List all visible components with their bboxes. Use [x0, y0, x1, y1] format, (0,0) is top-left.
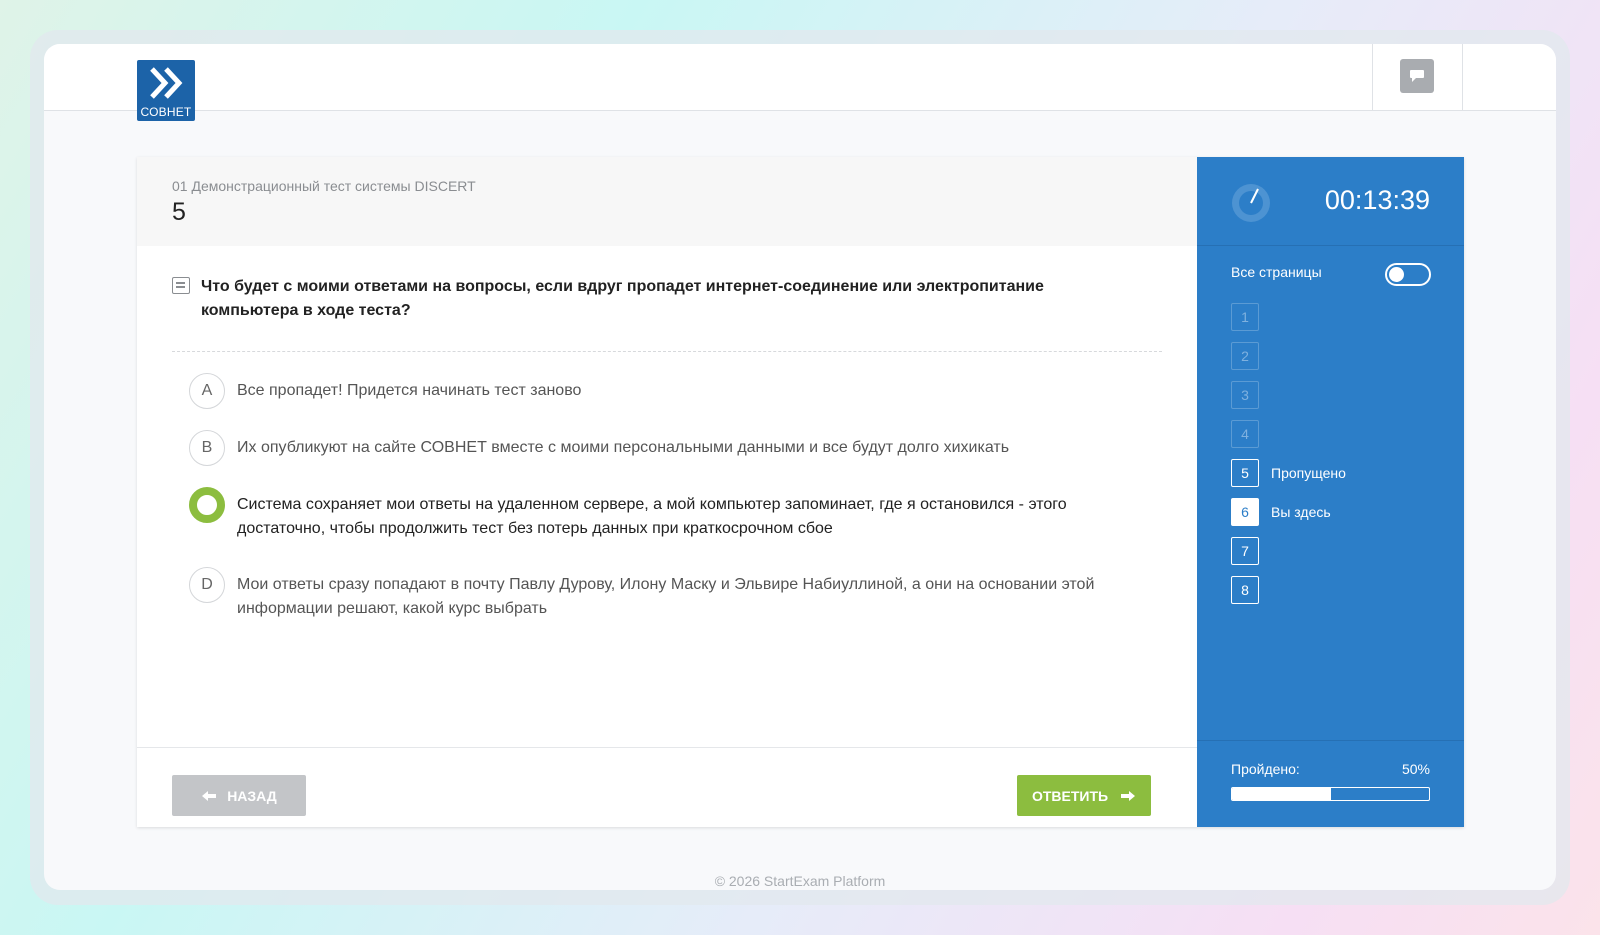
progress-fill — [1232, 788, 1331, 800]
chat-bubble-icon — [1410, 70, 1424, 82]
progress-area: Пройдено: 50% — [1197, 740, 1464, 827]
option-radio[interactable]: A — [189, 373, 225, 409]
test-card: 01 Демонстрационный тест системы DISCERT… — [137, 157, 1464, 827]
timer-icon — [1232, 184, 1270, 222]
footer-divider — [137, 747, 1197, 748]
answer-button[interactable]: ОТВЕТИТЬ — [1017, 775, 1151, 816]
question-header: 01 Демонстрационный тест системы DISCERT… — [137, 157, 1197, 246]
option-radio-selected[interactable] — [189, 487, 225, 523]
all-pages-label: Все страницы — [1231, 264, 1322, 280]
question-text: Что будет с моими ответами на вопросы, е… — [201, 278, 1044, 319]
page-status: Пропущено — [1271, 465, 1346, 481]
all-pages-toggle[interactable] — [1385, 263, 1431, 286]
page-number-box: 3 — [1231, 381, 1259, 409]
progress-value: 50% — [1401, 761, 1430, 777]
copyright: © 2026 StartExam Platform — [714, 873, 886, 889]
app-window: СОВНЕТ 01 Демонстрационный тест системы … — [44, 44, 1556, 890]
timer-row: 00:13:39 — [1197, 157, 1464, 246]
option-text: Мои ответы сразу попадают в почту Павлу … — [237, 576, 1095, 617]
option-radio[interactable]: B — [189, 430, 225, 466]
progress-label: Пройдено: — [1231, 761, 1300, 777]
arrow-left-icon — [202, 790, 217, 801]
question-divider — [172, 351, 1162, 352]
note-icon[interactable] — [172, 277, 190, 294]
answer-button-label: ОТВЕТИТЬ — [1031, 787, 1109, 804]
logo[interactable]: СОВНЕТ — [137, 60, 195, 121]
navigation-sidebar: 00:13:39 Все страницы 1 2 3 4 5 Пропущено 6 Вы … — [1197, 157, 1464, 827]
double-chevron-icon — [150, 67, 183, 99]
page-number-box: 6 — [1231, 498, 1259, 526]
option-text: Все пропадет! Придется начинать тест зан… — [237, 382, 582, 399]
page-number: 5 — [172, 198, 186, 226]
option-radio[interactable]: D — [189, 567, 225, 603]
test-name: 01 Демонстрационный тест системы DISCERT — [172, 178, 476, 194]
back-button-label: НАЗАД — [227, 787, 277, 804]
page-number-box: 2 — [1231, 342, 1259, 370]
logo-text: СОВНЕТ — [140, 105, 192, 119]
chat-button[interactable] — [1400, 59, 1434, 93]
divider — [1372, 44, 1373, 111]
progress-bar — [1231, 787, 1430, 801]
option-text: Их опубликуют на сайте СОВНЕТ вместе с м… — [237, 439, 1010, 456]
back-button[interactable]: НАЗАД — [172, 775, 306, 816]
toggle-knob — [1389, 267, 1404, 282]
page-number-box: 1 — [1231, 303, 1259, 331]
timer-value: 00:13:39 — [1324, 185, 1430, 215]
page-status: Вы здесь — [1271, 504, 1331, 520]
divider — [1462, 44, 1463, 111]
arrow-right-icon — [1121, 790, 1136, 801]
top-bar: СОВНЕТ — [44, 44, 1556, 121]
option-text: Система сохраняет мои ответы на удаленно… — [237, 496, 1067, 537]
page-number-box: 4 — [1231, 420, 1259, 448]
page-number-box: 7 — [1231, 537, 1259, 565]
page-number-box: 5 — [1231, 459, 1259, 487]
page-number-box: 8 — [1231, 576, 1259, 604]
